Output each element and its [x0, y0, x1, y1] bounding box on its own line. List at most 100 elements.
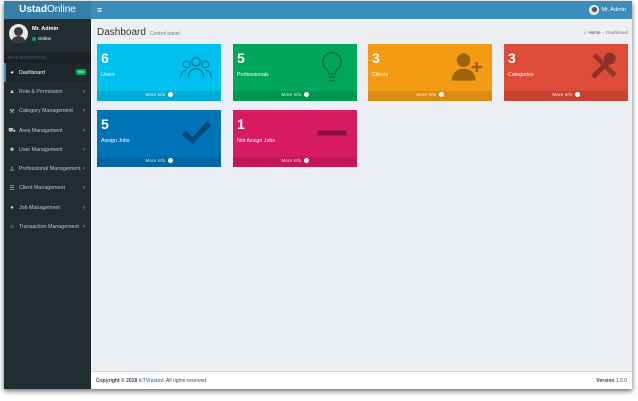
stat-label: Categories [508, 72, 534, 78]
version-text: Version 1.0.0 [596, 378, 627, 384]
sidebar-user-name: Mr. Admin [32, 26, 59, 32]
stat-box-professionals: 5 Professionals More info [233, 44, 357, 101]
sidebar-item-label: Professional Management [19, 166, 81, 173]
stat-value: 5 [237, 50, 245, 66]
more-info-link[interactable]: More info [97, 91, 221, 101]
bank-icon: ⌂ [10, 224, 14, 231]
online-dot-icon [32, 36, 36, 41]
chevron-left-icon: ‹ [83, 146, 85, 153]
breadcrumb-home[interactable]: Home [588, 30, 600, 35]
sidebar-item-label: Job Management [19, 204, 60, 211]
breadcrumb-separator: › [602, 30, 604, 35]
more-info-link[interactable]: More info [97, 157, 221, 167]
dashboard-icon: ◕ [10, 69, 14, 76]
sidebar-item-role-permission[interactable]: ▲ Role & Permission ‹ [4, 82, 91, 101]
arrow-circle-right-icon [167, 158, 173, 164]
page-subtitle: Control panel [149, 31, 180, 37]
top-navbar: ≡ Mr. Admin [91, 1, 632, 19]
page-title-text: Dashboard [97, 27, 146, 38]
minus-icon [317, 130, 347, 136]
sidebar-item-professional-management[interactable]: ♙ Professional Management ‹ [4, 159, 91, 178]
stat-label: Not Assign Jobs [237, 138, 275, 144]
stat-value: 3 [372, 50, 380, 66]
sidebar-item-client-management[interactable]: ☰ Client Management ‹ [4, 179, 91, 198]
stat-box-clients: 3 Clients More info [368, 44, 492, 101]
chevron-left-icon: ‹ [83, 224, 85, 231]
app-logo[interactable]: UstadOnline [4, 1, 91, 19]
stat-label: Assign Jobs [101, 138, 130, 144]
stat-box-users: 6 Users More info [97, 44, 221, 101]
lightbulb-icon [322, 51, 342, 82]
copyright-text: Copyright © 2018 IcTVission. All rights … [96, 378, 208, 384]
user-panel: Mr. Admin Online [4, 19, 91, 52]
stat-value: 3 [508, 50, 516, 66]
arrow-circle-right-icon [167, 92, 173, 98]
nav-header: MAIN NAVIGATION [4, 52, 91, 63]
sidebar-item-label: User Management [19, 146, 63, 153]
more-info-link[interactable]: More info [368, 91, 492, 101]
users-icon: ☻ [8, 146, 16, 153]
page-title: Dashboard Control panel [97, 27, 180, 38]
user-tie-icon: ♙ [9, 166, 15, 173]
company-link[interactable]: IcTVission. [139, 378, 165, 384]
sidebar-item-category-management[interactable]: ⚒ Category Management ‹ [4, 102, 91, 121]
sidebar-item-label: Client Management [19, 185, 65, 192]
chevron-left-icon: ‹ [83, 185, 85, 192]
main-footer: Copyright © 2018 IcTVission. All rights … [91, 371, 632, 389]
sidebar-item-transaction-management[interactable]: ⌂ Transaction Management ‹ [4, 217, 91, 236]
sidebar: Mr. Admin Online MAIN NAVIGATION ◕ Dashb… [4, 19, 91, 389]
topbar-username: Mr. Admin [601, 7, 626, 13]
stat-value: 6 [101, 50, 109, 66]
more-info-link[interactable]: More info [233, 91, 357, 101]
breadcrumb: ⌂ Home › Dashboard [584, 30, 628, 35]
hamburger-icon[interactable]: ≡ [97, 5, 102, 15]
users-icon [180, 56, 212, 78]
home-icon: ⌂ [583, 30, 587, 35]
arrow-circle-right-icon [303, 158, 309, 164]
app-window: UstadOnline ≡ Mr. Admin Mr. Admin Online… [4, 1, 632, 389]
sidebar-item-label: Area Management [19, 127, 63, 134]
car-icon: ⛟ [8, 127, 16, 134]
user-status: Online [32, 36, 51, 41]
chevron-left-icon: ‹ [83, 108, 85, 115]
content-wrapper: Dashboard Control panel ⌂ Home › Dashboa… [91, 19, 632, 389]
chevron-left-icon: ‹ [83, 88, 85, 95]
lock-icon: ▲ [9, 88, 15, 95]
stat-label: Clients [372, 72, 389, 78]
stat-value: 5 [101, 116, 109, 132]
breadcrumb-current: Dashboard [605, 30, 628, 35]
stat-box-categories: 3 Categories More info [504, 44, 628, 101]
new-badge: new [75, 69, 86, 75]
sidebar-item-area-management[interactable]: ⛟ Area Management ‹ [4, 121, 91, 140]
user-plus-icon [451, 53, 482, 81]
user-status-text: Online [38, 36, 52, 41]
checkmark-icon [181, 121, 212, 145]
stat-label: Professionals [237, 72, 269, 78]
sidebar-item-label: Category Management [19, 108, 73, 115]
arrow-circle-right-icon [438, 92, 444, 98]
list-icon: ☰ [9, 185, 15, 192]
sidebar-item-user-management[interactable]: ☻ User Management ‹ [4, 140, 91, 159]
chevron-left-icon: ‹ [83, 127, 85, 134]
arrow-circle-right-icon [574, 92, 580, 98]
comment-icon: ● [10, 204, 14, 211]
sidebar-item-job-management[interactable]: ● Job Management ‹ [4, 198, 91, 217]
more-info-link[interactable]: More info [233, 157, 357, 167]
chevron-left-icon: ‹ [83, 204, 85, 211]
sidebar-item-label: Role & Permission [19, 88, 63, 95]
stat-value: 1 [237, 116, 245, 132]
arrow-circle-right-icon [303, 92, 309, 98]
avatar [9, 24, 28, 43]
sidebar-item-label: Dashboard [19, 69, 45, 76]
stat-label: Users [101, 72, 115, 78]
wrench-icon: ⚒ [9, 108, 15, 115]
chevron-left-icon: ‹ [83, 166, 85, 173]
stat-box-assign-jobs: 5 Assign Jobs More info [97, 110, 221, 167]
stat-box-not-assign-jobs: 1 Not Assign Jobs More info [233, 110, 357, 167]
user-avatar-small [588, 5, 599, 15]
tools-icon [591, 52, 617, 79]
sidebar-item-dashboard[interactable]: ◕ Dashboard new [4, 63, 91, 83]
sidebar-item-label: Transaction Management [19, 224, 79, 231]
more-info-link[interactable]: More info [504, 91, 628, 101]
user-menu[interactable]: Mr. Admin [588, 3, 626, 17]
